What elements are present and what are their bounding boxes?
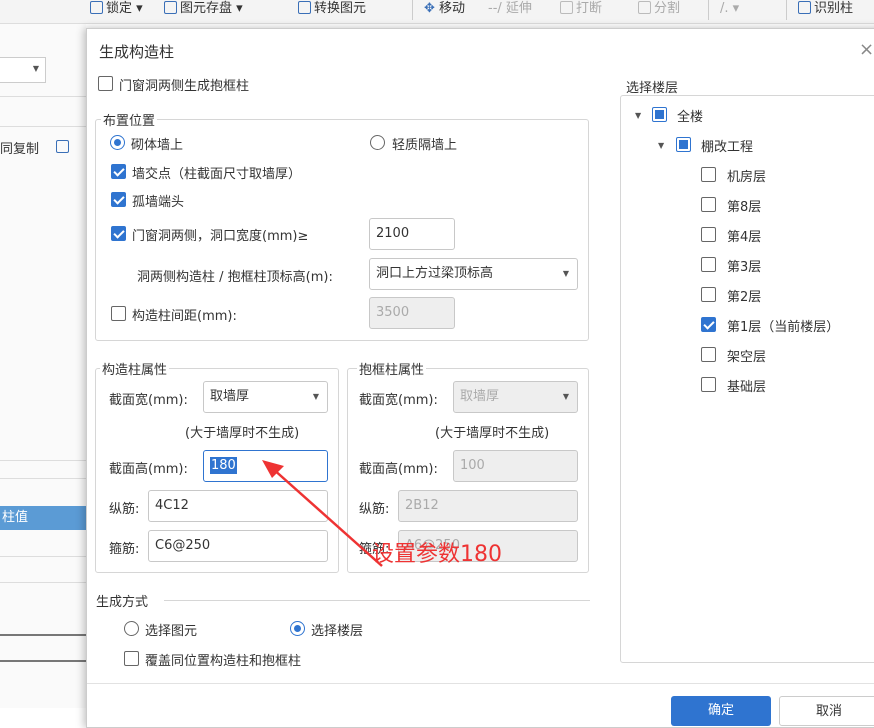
annotation-text: 设置参数180: [372, 542, 502, 567]
annotation-arrow: [262, 460, 383, 567]
annotation-arrow-line: [271, 467, 383, 567]
